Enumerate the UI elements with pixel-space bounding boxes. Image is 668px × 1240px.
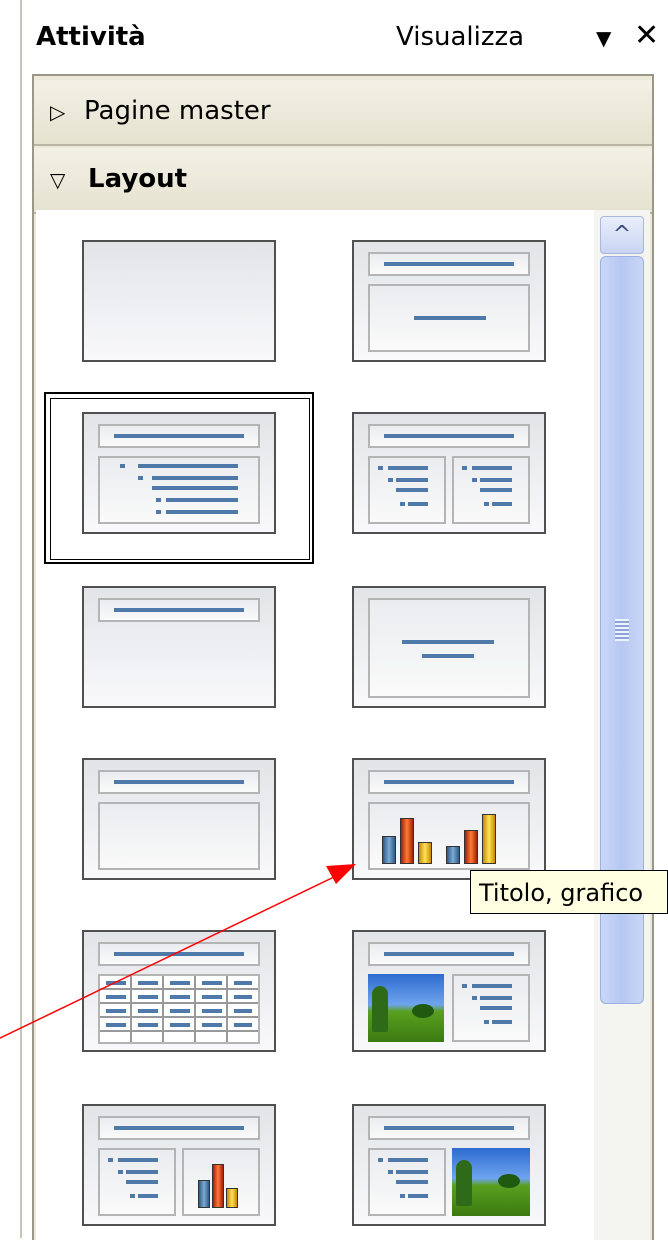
annotation-arrow (0, 864, 356, 1039)
